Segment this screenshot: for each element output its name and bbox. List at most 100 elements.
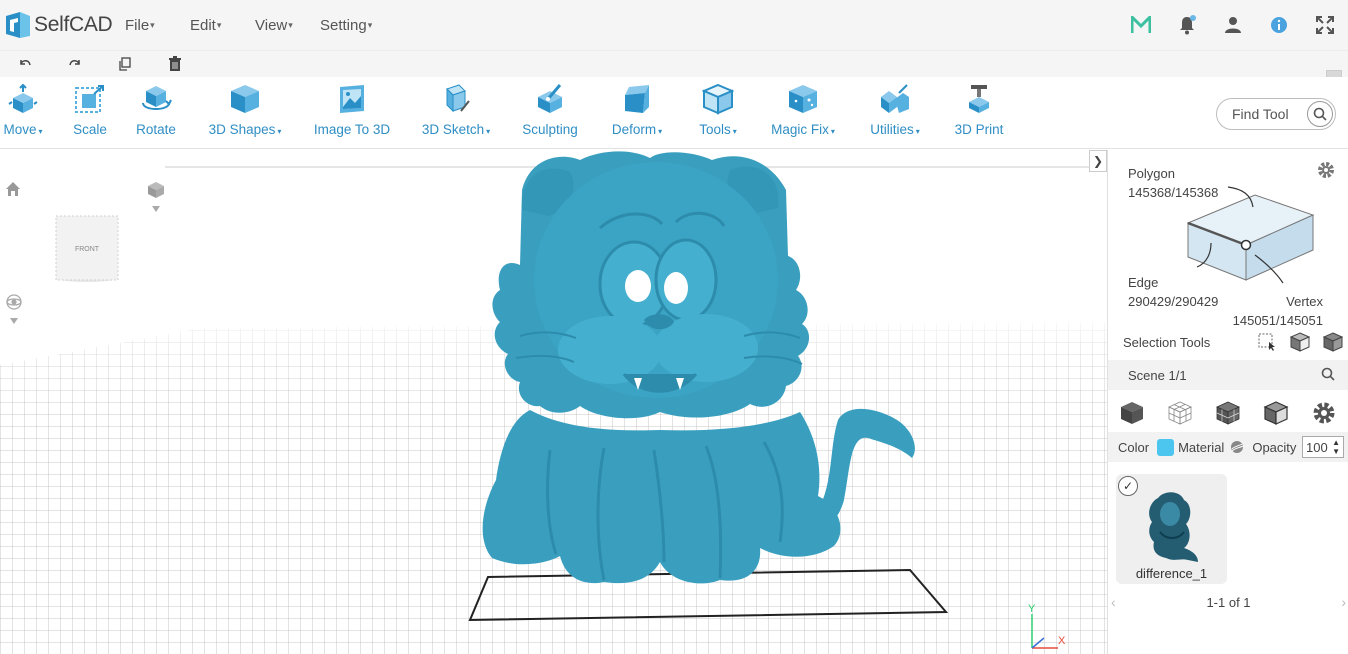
tool-magic-fix[interactable]: Magic Fix ▾ xyxy=(768,77,838,149)
menu-setting[interactable]: Setting ▾ xyxy=(320,17,384,34)
move-icon xyxy=(8,77,38,121)
search-icon[interactable] xyxy=(1307,101,1333,127)
view-cube-front-label: FRONT xyxy=(74,246,100,253)
app-name: SelfCAD xyxy=(34,13,113,36)
scale-icon xyxy=(74,77,106,121)
mesh-stats-diagram xyxy=(1186,186,1315,284)
menu-view[interactable]: View ▾ xyxy=(255,17,309,34)
select-face-icon[interactable] xyxy=(1283,332,1316,352)
rotate-icon xyxy=(140,77,172,121)
tool-move[interactable]: Move ▾ xyxy=(0,77,46,149)
tool-3d-shapes-label: 3D Shapes xyxy=(208,122,276,137)
chevron-down-icon: ▾ xyxy=(658,127,663,136)
view-perspective-icon[interactable] xyxy=(146,180,166,212)
find-tool-search[interactable]: Find Tool xyxy=(1216,98,1336,130)
orbit-icon[interactable] xyxy=(4,294,24,326)
selected-check-icon[interactable]: ✓ xyxy=(1118,476,1138,496)
tool-tools[interactable]: Tools ▾ xyxy=(694,77,742,149)
color-label: Color xyxy=(1118,439,1150,455)
tool-tools-label: Tools xyxy=(699,122,731,137)
opacity-label: Opacity xyxy=(1252,439,1297,455)
tool-3d-sketch-label: 3D Sketch xyxy=(421,122,485,137)
menu-file[interactable]: File ▾ xyxy=(125,17,179,34)
delete-icon[interactable] xyxy=(150,51,200,78)
menu-setting-label: Setting xyxy=(320,16,367,34)
chevron-down-icon: ▾ xyxy=(277,127,282,136)
object-preview xyxy=(1149,492,1198,562)
color-swatch[interactable] xyxy=(1157,438,1175,456)
tool-3d-sketch[interactable]: 3D Sketch ▾ xyxy=(418,77,494,149)
tool-deform[interactable]: Deform ▾ xyxy=(606,77,668,149)
vertex-stat: Vertex 145051/145051 xyxy=(1226,292,1323,330)
material-label[interactable]: Material xyxy=(1178,440,1224,455)
opacity-stepper-icon[interactable]: ▲ ▼ xyxy=(1332,438,1340,456)
pager-next-icon[interactable]: › xyxy=(1341,594,1346,610)
chevron-down-icon: ▾ xyxy=(915,127,920,136)
chevron-down-icon: ▾ xyxy=(367,19,373,30)
select-free-icon[interactable] xyxy=(1250,333,1283,351)
redo-icon[interactable] xyxy=(50,51,100,78)
info-icon[interactable] xyxy=(1256,0,1302,50)
undo-icon[interactable] xyxy=(0,51,50,78)
find-tool-label: Find Tool xyxy=(1232,106,1289,122)
tool-scale-label: Scale xyxy=(73,122,107,137)
quick-actions-bar xyxy=(0,50,1348,77)
right-panel: Polygon 145368/145368 Edge 290429/290429… xyxy=(1107,150,1348,654)
chevron-right-icon: ❯ xyxy=(1092,154,1104,168)
object-name: difference_1 xyxy=(1135,566,1208,581)
wireframe-view-icon[interactable] xyxy=(1156,400,1204,426)
scene-search-icon[interactable] xyxy=(1321,367,1335,386)
scene-header: Scene 1/1 xyxy=(1108,360,1348,390)
deform-icon xyxy=(621,77,653,121)
tool-utilities[interactable]: Utilities ▾ xyxy=(864,77,926,149)
menu-file-label: File xyxy=(125,16,150,34)
tool-rotate[interactable]: Rotate xyxy=(134,77,178,149)
chevron-down-icon: ▾ xyxy=(830,127,835,136)
object-settings-gear-icon[interactable] xyxy=(1300,400,1348,426)
sketch-icon xyxy=(441,77,471,121)
edge-count: 290429/290429 xyxy=(1128,294,1219,309)
tool-deform-label: Deform xyxy=(611,122,657,137)
scene-label: Scene 1/1 xyxy=(1128,367,1187,383)
tool-utilities-label: Utilities xyxy=(870,122,914,137)
xray-view-icon[interactable] xyxy=(1252,400,1300,426)
tool-3d-print[interactable]: 3D Print xyxy=(950,77,1008,149)
select-object-icon[interactable] xyxy=(1316,332,1348,352)
object-pager: ‹ 1-1 of 1 › xyxy=(1108,594,1348,614)
opacity-input[interactable]: 100 ▲ ▼ xyxy=(1302,436,1344,458)
pager-text: 1-1 of 1 xyxy=(1206,595,1251,610)
home-view-icon[interactable] xyxy=(4,180,22,198)
chevron-down-icon: ▾ xyxy=(150,19,155,30)
collapse-panel-button[interactable]: ❯ xyxy=(1089,150,1107,172)
tools-icon xyxy=(702,77,734,121)
3d-viewport[interactable]: Y X FRONT xyxy=(0,150,1107,654)
tool-sculpting[interactable]: Sculpting xyxy=(518,77,582,149)
cube-icon xyxy=(229,77,261,121)
opacity-value: 100 xyxy=(1306,439,1328,455)
axis-y-label: Y xyxy=(1028,603,1036,615)
selfcad-logo[interactable]: SelfCAD xyxy=(4,10,116,40)
menu-view-label: View xyxy=(255,16,288,34)
user-account-icon[interactable] xyxy=(1210,0,1256,50)
selfcad-logo-icon xyxy=(6,12,30,38)
copy-icon[interactable] xyxy=(100,51,150,78)
fullscreen-icon[interactable] xyxy=(1302,0,1348,50)
menu-edit[interactable]: Edit ▾ xyxy=(190,17,244,34)
material-icon[interactable] xyxy=(1230,440,1244,454)
myminifactory-icon[interactable] xyxy=(1118,0,1164,50)
magic-fix-icon xyxy=(787,77,819,121)
notification-bell-icon[interactable] xyxy=(1164,0,1210,50)
tool-image-to-3d[interactable]: Image To 3D xyxy=(310,77,394,149)
object-properties-row: Color Material Opacity 100 ▲ ▼ xyxy=(1108,432,1348,462)
vertex-label: Vertex xyxy=(1286,294,1323,309)
tool-ribbon: Move ▾ Scale Rotate 3D Shapes ▾ Image To 3… xyxy=(0,77,1348,149)
tool-scale[interactable]: Scale xyxy=(68,77,112,149)
menu-bar: SelfCAD File ▾ Edit ▾ View ▾ Setting ▾ xyxy=(0,0,1348,50)
image-icon xyxy=(336,77,368,121)
solid-wireframe-view-icon[interactable] xyxy=(1204,400,1252,426)
solid-view-icon[interactable] xyxy=(1108,400,1156,426)
tool-rotate-label: Rotate xyxy=(136,122,176,137)
tool-3d-shapes[interactable]: 3D Shapes ▾ xyxy=(204,77,286,149)
tool-image-to-3d-label: Image To 3D xyxy=(313,122,391,137)
view-cube[interactable]: FRONT xyxy=(54,208,120,282)
